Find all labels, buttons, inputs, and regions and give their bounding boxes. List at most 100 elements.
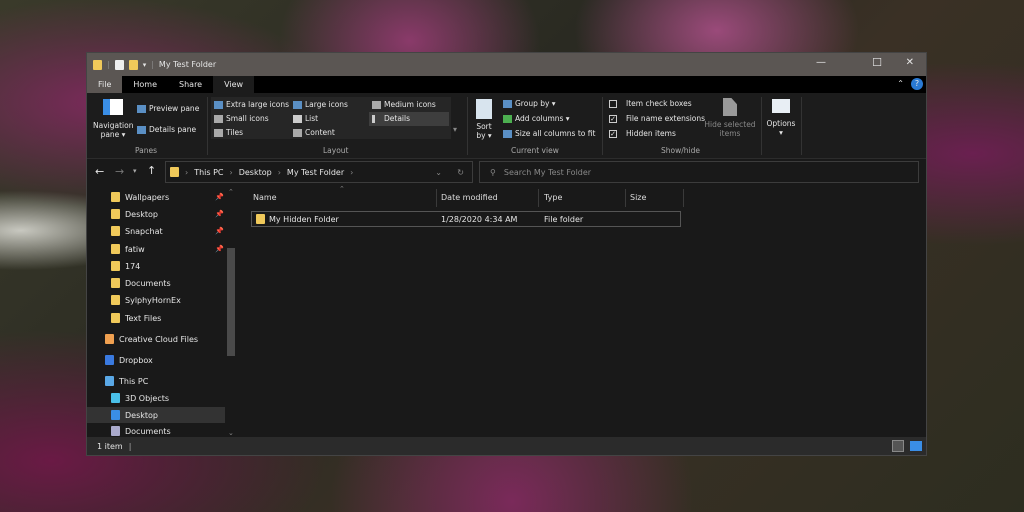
documents-icon (111, 426, 120, 436)
scroll-down-icon[interactable]: ⌄ (228, 429, 234, 437)
extra-large-icons-icon (214, 100, 223, 109)
details-pane-button[interactable]: Details pane (137, 125, 196, 134)
layout-extra-large-icons[interactable]: Extra large icons (214, 100, 289, 109)
nav-item-sylphyhornex[interactable]: SylphyHornEx (111, 295, 181, 305)
layout-medium-icons[interactable]: Medium icons (372, 100, 436, 109)
nav-item-wallpapers[interactable]: Wallpapers (111, 192, 169, 202)
item-check-boxes-toggle[interactable]: Item check boxes (609, 99, 692, 108)
details-icon (372, 114, 375, 123)
sort-by-button[interactable]: Sort by ▾ (473, 99, 495, 140)
large-icons-view-button[interactable] (910, 441, 922, 451)
search-box[interactable]: ⚲ Search My Test Folder (479, 161, 919, 183)
preview-pane-button[interactable]: Preview pane (137, 104, 199, 113)
folder-icon (111, 313, 120, 323)
customize-toolbar-icon[interactable]: ▾ (143, 61, 147, 69)
help-icon[interactable]: ? (911, 78, 923, 90)
nav-item-174[interactable]: 174 (111, 261, 140, 271)
tab-view[interactable]: View (213, 76, 255, 93)
nav-item-creative-cloud[interactable]: Creative Cloud Files (105, 334, 198, 344)
group-by-icon (503, 99, 512, 108)
breadcrumb-my-test-folder[interactable]: My Test Folder (287, 168, 344, 177)
checkbox-unchecked[interactable] (609, 99, 617, 108)
tab-file[interactable]: File (87, 76, 123, 93)
sort-by-icon (476, 99, 492, 119)
pin-icon[interactable]: 📌 (215, 227, 224, 235)
back-button[interactable]: ← (95, 165, 104, 178)
folder-icon (111, 244, 120, 254)
layout-expand-icon[interactable]: ▾ (453, 125, 457, 134)
address-dropdown-icon[interactable]: ⌄ (435, 168, 442, 177)
maximize-button[interactable]: ☐ (872, 56, 882, 69)
tab-home[interactable]: Home (122, 76, 168, 93)
minimize-button[interactable]: — (816, 57, 826, 68)
group-by-button[interactable]: Group by ▾ (503, 99, 556, 108)
checkbox-checked[interactable]: ✓ (609, 114, 617, 123)
column-name[interactable]: Name (253, 193, 277, 202)
navigation-pane-button[interactable]: Navigation pane ▾ (93, 99, 133, 139)
layout-large-icons[interactable]: Large icons (293, 100, 348, 109)
layout-details[interactable]: Details (372, 114, 410, 123)
new-folder-icon[interactable] (128, 59, 138, 70)
file-explorer-window: | ▾ | My Test Folder — ☐ ✕ File Home Sha… (86, 52, 927, 456)
recent-locations-icon[interactable]: ▾ (133, 167, 137, 175)
collapse-ribbon-icon[interactable]: ⌃ (897, 79, 904, 88)
close-button[interactable]: ✕ (906, 57, 914, 68)
details-view-button[interactable] (892, 440, 904, 452)
folder-icon (111, 261, 120, 271)
search-icon: ⚲ (490, 167, 496, 177)
tab-share[interactable]: Share (168, 76, 213, 93)
content-icon (293, 128, 302, 137)
folder-icon (111, 278, 120, 288)
folder-icon (111, 295, 120, 305)
layout-tiles[interactable]: Tiles (214, 128, 243, 137)
nav-item-fatiw[interactable]: fatiw (111, 244, 145, 254)
nav-item-text-files[interactable]: Text Files (111, 313, 161, 323)
3d-objects-icon (111, 393, 120, 403)
search-input[interactable]: Search My Test Folder (504, 168, 591, 177)
pin-icon[interactable]: 📌 (215, 193, 224, 201)
add-columns-button[interactable]: Add columns ▾ (503, 114, 570, 123)
folder-icon (256, 214, 265, 224)
checkbox-checked[interactable]: ✓ (609, 129, 617, 138)
nav-item-pc-documents[interactable]: Documents (111, 426, 171, 436)
pin-icon[interactable]: 📌 (215, 210, 224, 218)
up-button[interactable]: ↑ (147, 164, 156, 177)
nav-item-dropbox[interactable]: Dropbox (105, 355, 153, 365)
nav-item-documents[interactable]: Documents (111, 278, 171, 288)
creative-cloud-icon (105, 334, 114, 344)
column-type[interactable]: Type (544, 193, 562, 202)
scroll-up-icon[interactable]: ⌃ (228, 188, 234, 196)
computer-icon (105, 376, 114, 386)
window-title: My Test Folder (158, 60, 217, 69)
layout-small-icons[interactable]: Small icons (214, 114, 269, 123)
title-bar: | ▾ | My Test Folder — ☐ ✕ (87, 53, 926, 76)
properties-icon[interactable] (114, 59, 124, 70)
add-columns-icon (503, 114, 512, 123)
options-button[interactable]: Options ▾ (765, 99, 797, 137)
layout-list[interactable]: List (293, 114, 318, 123)
refresh-icon[interactable]: ↻ (457, 168, 464, 177)
nav-item-snapchat[interactable]: Snapchat (111, 226, 163, 236)
nav-item-3d-objects[interactable]: 3D Objects (111, 393, 169, 403)
column-date-modified[interactable]: Date modified (441, 193, 498, 202)
medium-icons-icon (372, 100, 381, 109)
file-name-extensions-toggle[interactable]: ✓ File name extensions (609, 114, 705, 123)
hide-selected-items-button[interactable]: Hide selected items (702, 98, 758, 138)
nav-scrollbar[interactable] (227, 248, 235, 356)
address-bar[interactable]: › This PC › Desktop › My Test Folder › ⌄ ↻ (165, 161, 473, 183)
nav-item-desktop[interactable]: Desktop (111, 209, 158, 219)
size-all-columns-button[interactable]: Size all columns to fit (503, 129, 595, 138)
item-count: 1 item (97, 441, 123, 451)
breadcrumb-this-pc[interactable]: This PC (194, 168, 223, 177)
ribbon-tabs: File Home Share View ⌃ ? (87, 76, 926, 93)
breadcrumb-desktop[interactable]: Desktop (239, 168, 272, 177)
file-row[interactable]: My Hidden Folder 1/28/2020 4:34 AM File … (251, 211, 681, 227)
pin-icon[interactable]: 📌 (215, 245, 224, 253)
forward-button[interactable]: → (115, 165, 124, 178)
small-icons-icon (214, 114, 223, 123)
nav-item-pc-desktop[interactable]: Desktop (111, 410, 158, 420)
column-size[interactable]: Size (630, 193, 646, 202)
layout-content[interactable]: Content (293, 128, 335, 137)
nav-item-this-pc[interactable]: This PC (105, 376, 148, 386)
hidden-items-toggle[interactable]: ✓ Hidden items (609, 129, 676, 138)
